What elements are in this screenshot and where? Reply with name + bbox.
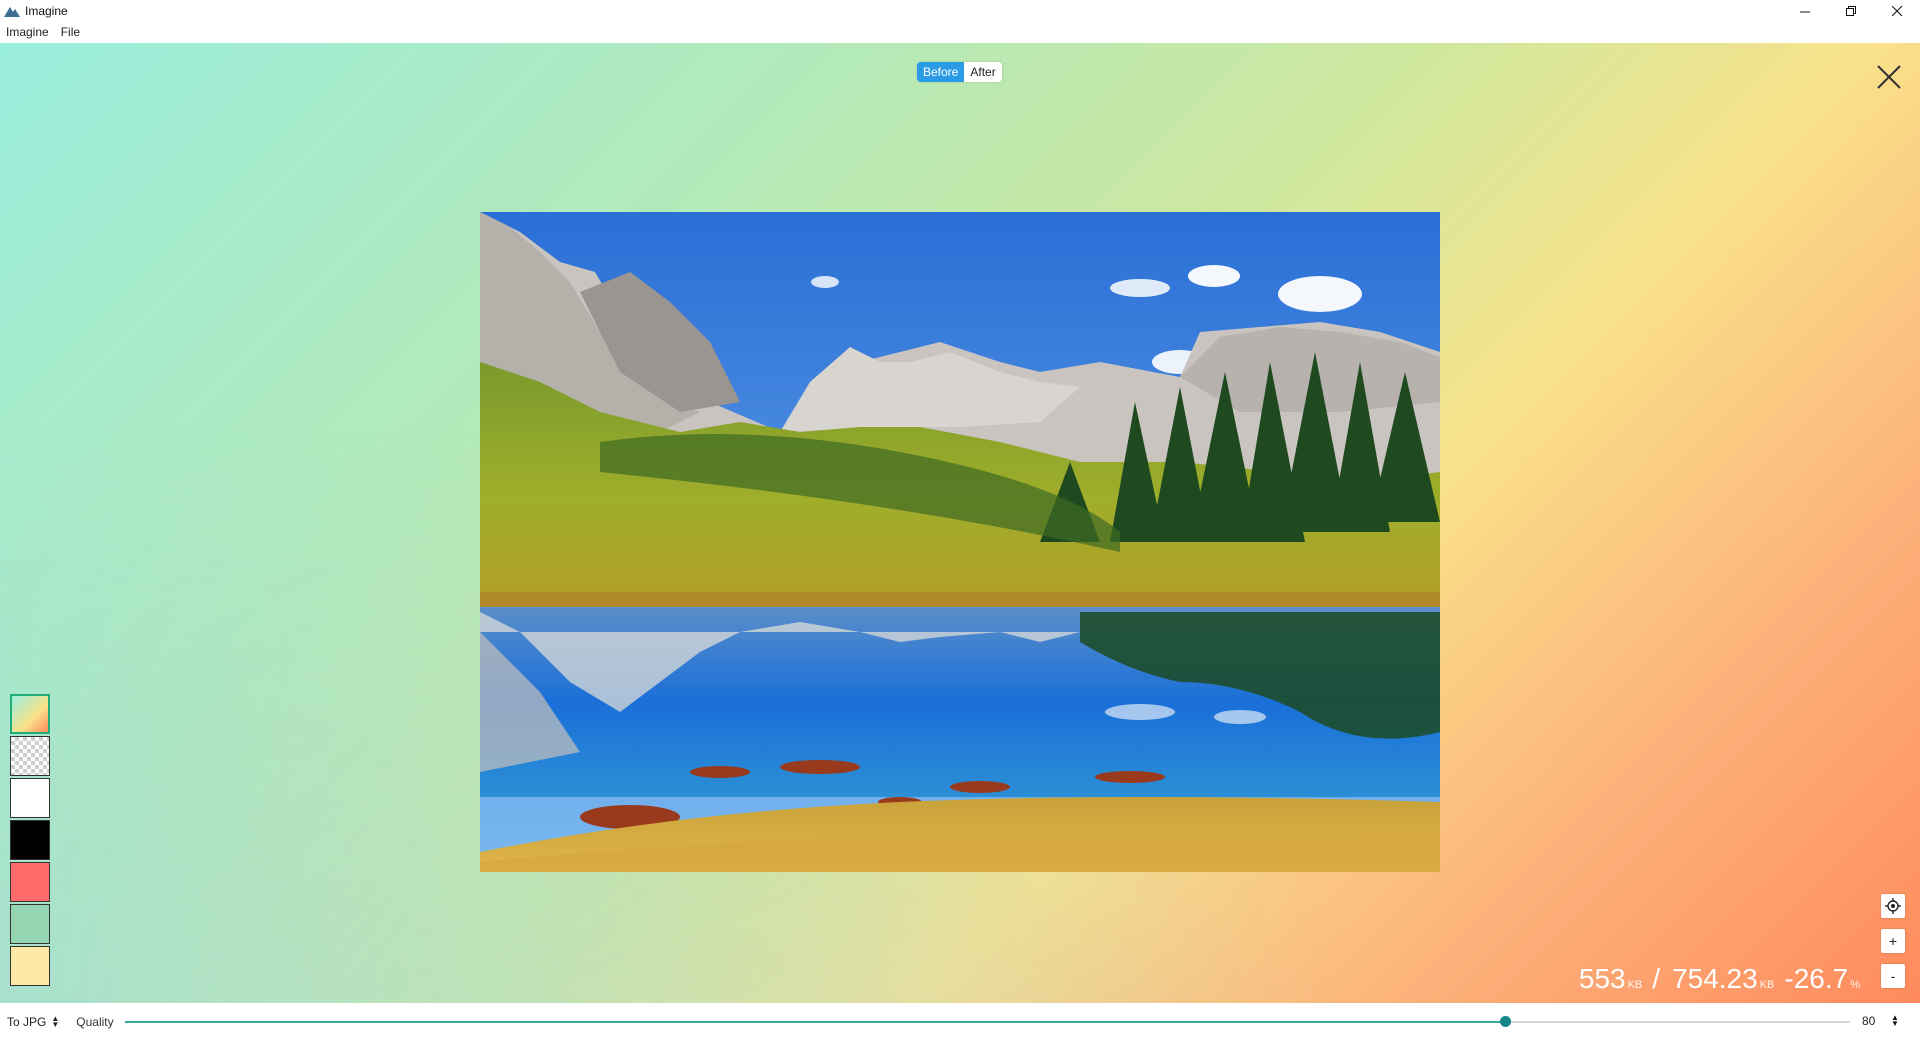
quality-slider-fill — [125, 1021, 1505, 1023]
minimize-button[interactable] — [1782, 0, 1828, 22]
quality-slider-thumb[interactable] — [1500, 1016, 1511, 1027]
size-change: -26.7 — [1784, 963, 1849, 994]
compressed-size: 553 — [1578, 963, 1626, 994]
zoom-out-button[interactable]: - — [1881, 964, 1905, 988]
sort-arrows-icon: ▲ ▼ — [51, 1013, 60, 1029]
minus-icon: - — [1890, 968, 1896, 984]
original-size-unit: KB — [1759, 979, 1775, 991]
swatch-cream[interactable] — [10, 946, 50, 986]
close-icon — [1891, 5, 1902, 16]
menu-bar: Imagine File — [0, 22, 1920, 43]
restore-icon — [1845, 5, 1856, 16]
swatch-gradient[interactable] — [10, 694, 50, 734]
title-bar: Imagine — [0, 0, 1920, 22]
quality-slider[interactable] — [125, 1016, 1850, 1027]
swatch-mint[interactable] — [10, 904, 50, 944]
menu-file[interactable]: File — [55, 22, 86, 43]
workspace: Before After + - 553 KB / 754.23 KB -26.… — [0, 43, 1920, 1003]
close-icon[interactable] — [1876, 64, 1902, 90]
image-preview[interactable] — [480, 212, 1440, 872]
zoom-in-button[interactable]: + — [1881, 929, 1905, 953]
window-title: Imagine — [25, 4, 68, 18]
format-select[interactable]: To JPG ▲ ▼ — [7, 1013, 60, 1029]
swatch-transparent[interactable] — [10, 736, 50, 776]
maximize-button[interactable] — [1828, 0, 1874, 22]
window-controls — [1782, 0, 1920, 22]
minimize-icon — [1799, 11, 1810, 12]
menu-imagine[interactable]: Imagine — [0, 22, 55, 43]
landscape-photo — [480, 212, 1440, 872]
swatch-red[interactable] — [10, 862, 50, 902]
original-size: 754.23 — [1672, 963, 1758, 994]
crosshair-icon — [1885, 898, 1901, 914]
after-button[interactable]: After — [964, 62, 1002, 82]
locate-button[interactable] — [1881, 894, 1905, 918]
mountain-logo-icon — [4, 7, 20, 17]
before-after-toggle: Before After — [917, 62, 1002, 82]
format-label: To JPG — [7, 1014, 47, 1029]
quality-value: 80 — [1862, 1014, 1876, 1028]
size-readout: 553 KB / 754.23 KB -26.7 % — [1579, 963, 1860, 995]
swatch-black[interactable] — [10, 820, 50, 860]
size-separator: / — [1652, 963, 1661, 994]
swatch-white[interactable] — [10, 778, 50, 818]
quality-stepper[interactable]: ▲ ▼ — [1891, 1014, 1899, 1028]
quality-label: Quality — [76, 1014, 114, 1029]
bottom-bar: To JPG ▲ ▼ Quality 80 ▲ ▼ — [0, 1003, 1920, 1040]
compressed-size-unit: KB — [1627, 979, 1643, 991]
background-swatches — [10, 694, 54, 988]
plus-icon: + — [1888, 933, 1898, 949]
before-button[interactable]: Before — [917, 62, 965, 82]
close-window-button[interactable] — [1874, 0, 1920, 22]
stepper-down-icon[interactable]: ▼ — [1891, 1020, 1899, 1028]
size-change-unit: % — [1850, 979, 1860, 991]
